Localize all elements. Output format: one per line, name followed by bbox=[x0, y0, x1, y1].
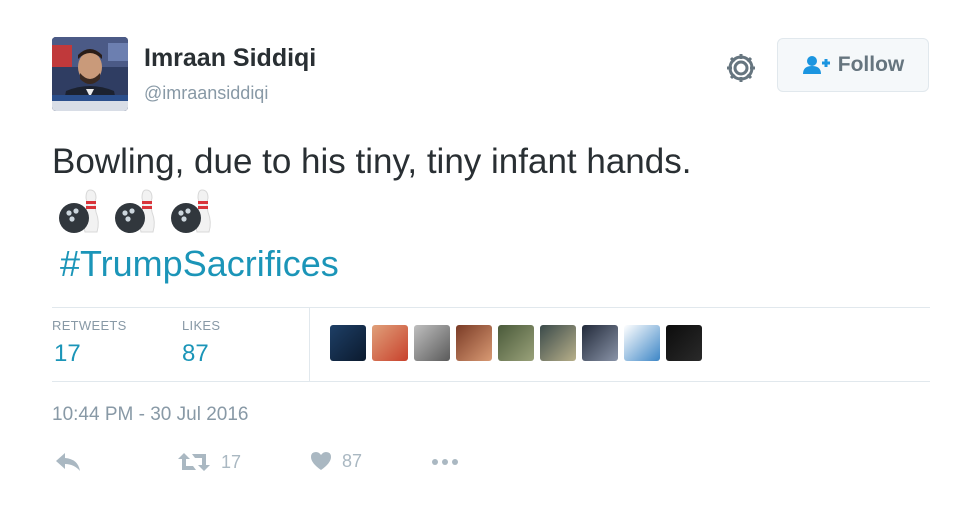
liker-avatar[interactable] bbox=[414, 325, 450, 361]
stats-divider-top bbox=[52, 307, 930, 308]
author-name[interactable]: Imraan Siddiqi bbox=[144, 44, 316, 73]
bowling-icon bbox=[171, 189, 211, 233]
author-handle[interactable]: @imraansiddiqi bbox=[144, 83, 268, 104]
retweets-label: RETWEETS bbox=[52, 318, 127, 333]
bowling-icon bbox=[59, 189, 99, 233]
more-button[interactable] bbox=[430, 450, 460, 474]
gear-icon[interactable] bbox=[723, 50, 759, 86]
liker-avatar[interactable] bbox=[582, 325, 618, 361]
liker-avatar[interactable] bbox=[624, 325, 660, 361]
liker-avatar[interactable] bbox=[540, 325, 576, 361]
follow-button[interactable]: Follow bbox=[777, 38, 929, 92]
heart-icon bbox=[311, 452, 331, 470]
follow-label: Follow bbox=[837, 53, 905, 76]
add-user-icon bbox=[802, 56, 830, 74]
like-count: 87 bbox=[342, 450, 363, 471]
retweet-button[interactable]: 17 bbox=[177, 450, 241, 474]
tweet-timestamp[interactable]: 10:44 PM - 30 Jul 2016 bbox=[52, 404, 248, 426]
author-avatar[interactable] bbox=[52, 37, 128, 111]
liker-avatar[interactable] bbox=[456, 325, 492, 361]
hashtag-link[interactable]: #TrumpSacrifices bbox=[60, 243, 339, 285]
liker-avatar[interactable] bbox=[372, 325, 408, 361]
avatar-image bbox=[52, 37, 128, 111]
liker-avatar[interactable] bbox=[330, 325, 366, 361]
liker-avatars bbox=[330, 325, 702, 361]
bowling-icon bbox=[115, 189, 155, 233]
more-icon bbox=[432, 459, 458, 465]
retweets-count[interactable]: 17 bbox=[54, 340, 81, 368]
retweet-icon bbox=[178, 453, 210, 471]
reply-button[interactable] bbox=[54, 450, 82, 474]
likes-count[interactable]: 87 bbox=[182, 340, 209, 368]
emoji-row bbox=[54, 186, 216, 236]
like-button[interactable]: 87 bbox=[310, 450, 362, 472]
liker-avatar[interactable] bbox=[498, 325, 534, 361]
retweet-count: 17 bbox=[221, 451, 242, 472]
likes-label: LIKES bbox=[182, 318, 221, 333]
reply-icon bbox=[56, 453, 80, 471]
tweet-text: Bowling, due to his tiny, tiny infant ha… bbox=[52, 142, 692, 181]
stats-separator bbox=[309, 308, 310, 381]
liker-avatar[interactable] bbox=[666, 325, 702, 361]
stats-divider-bottom bbox=[52, 381, 930, 382]
